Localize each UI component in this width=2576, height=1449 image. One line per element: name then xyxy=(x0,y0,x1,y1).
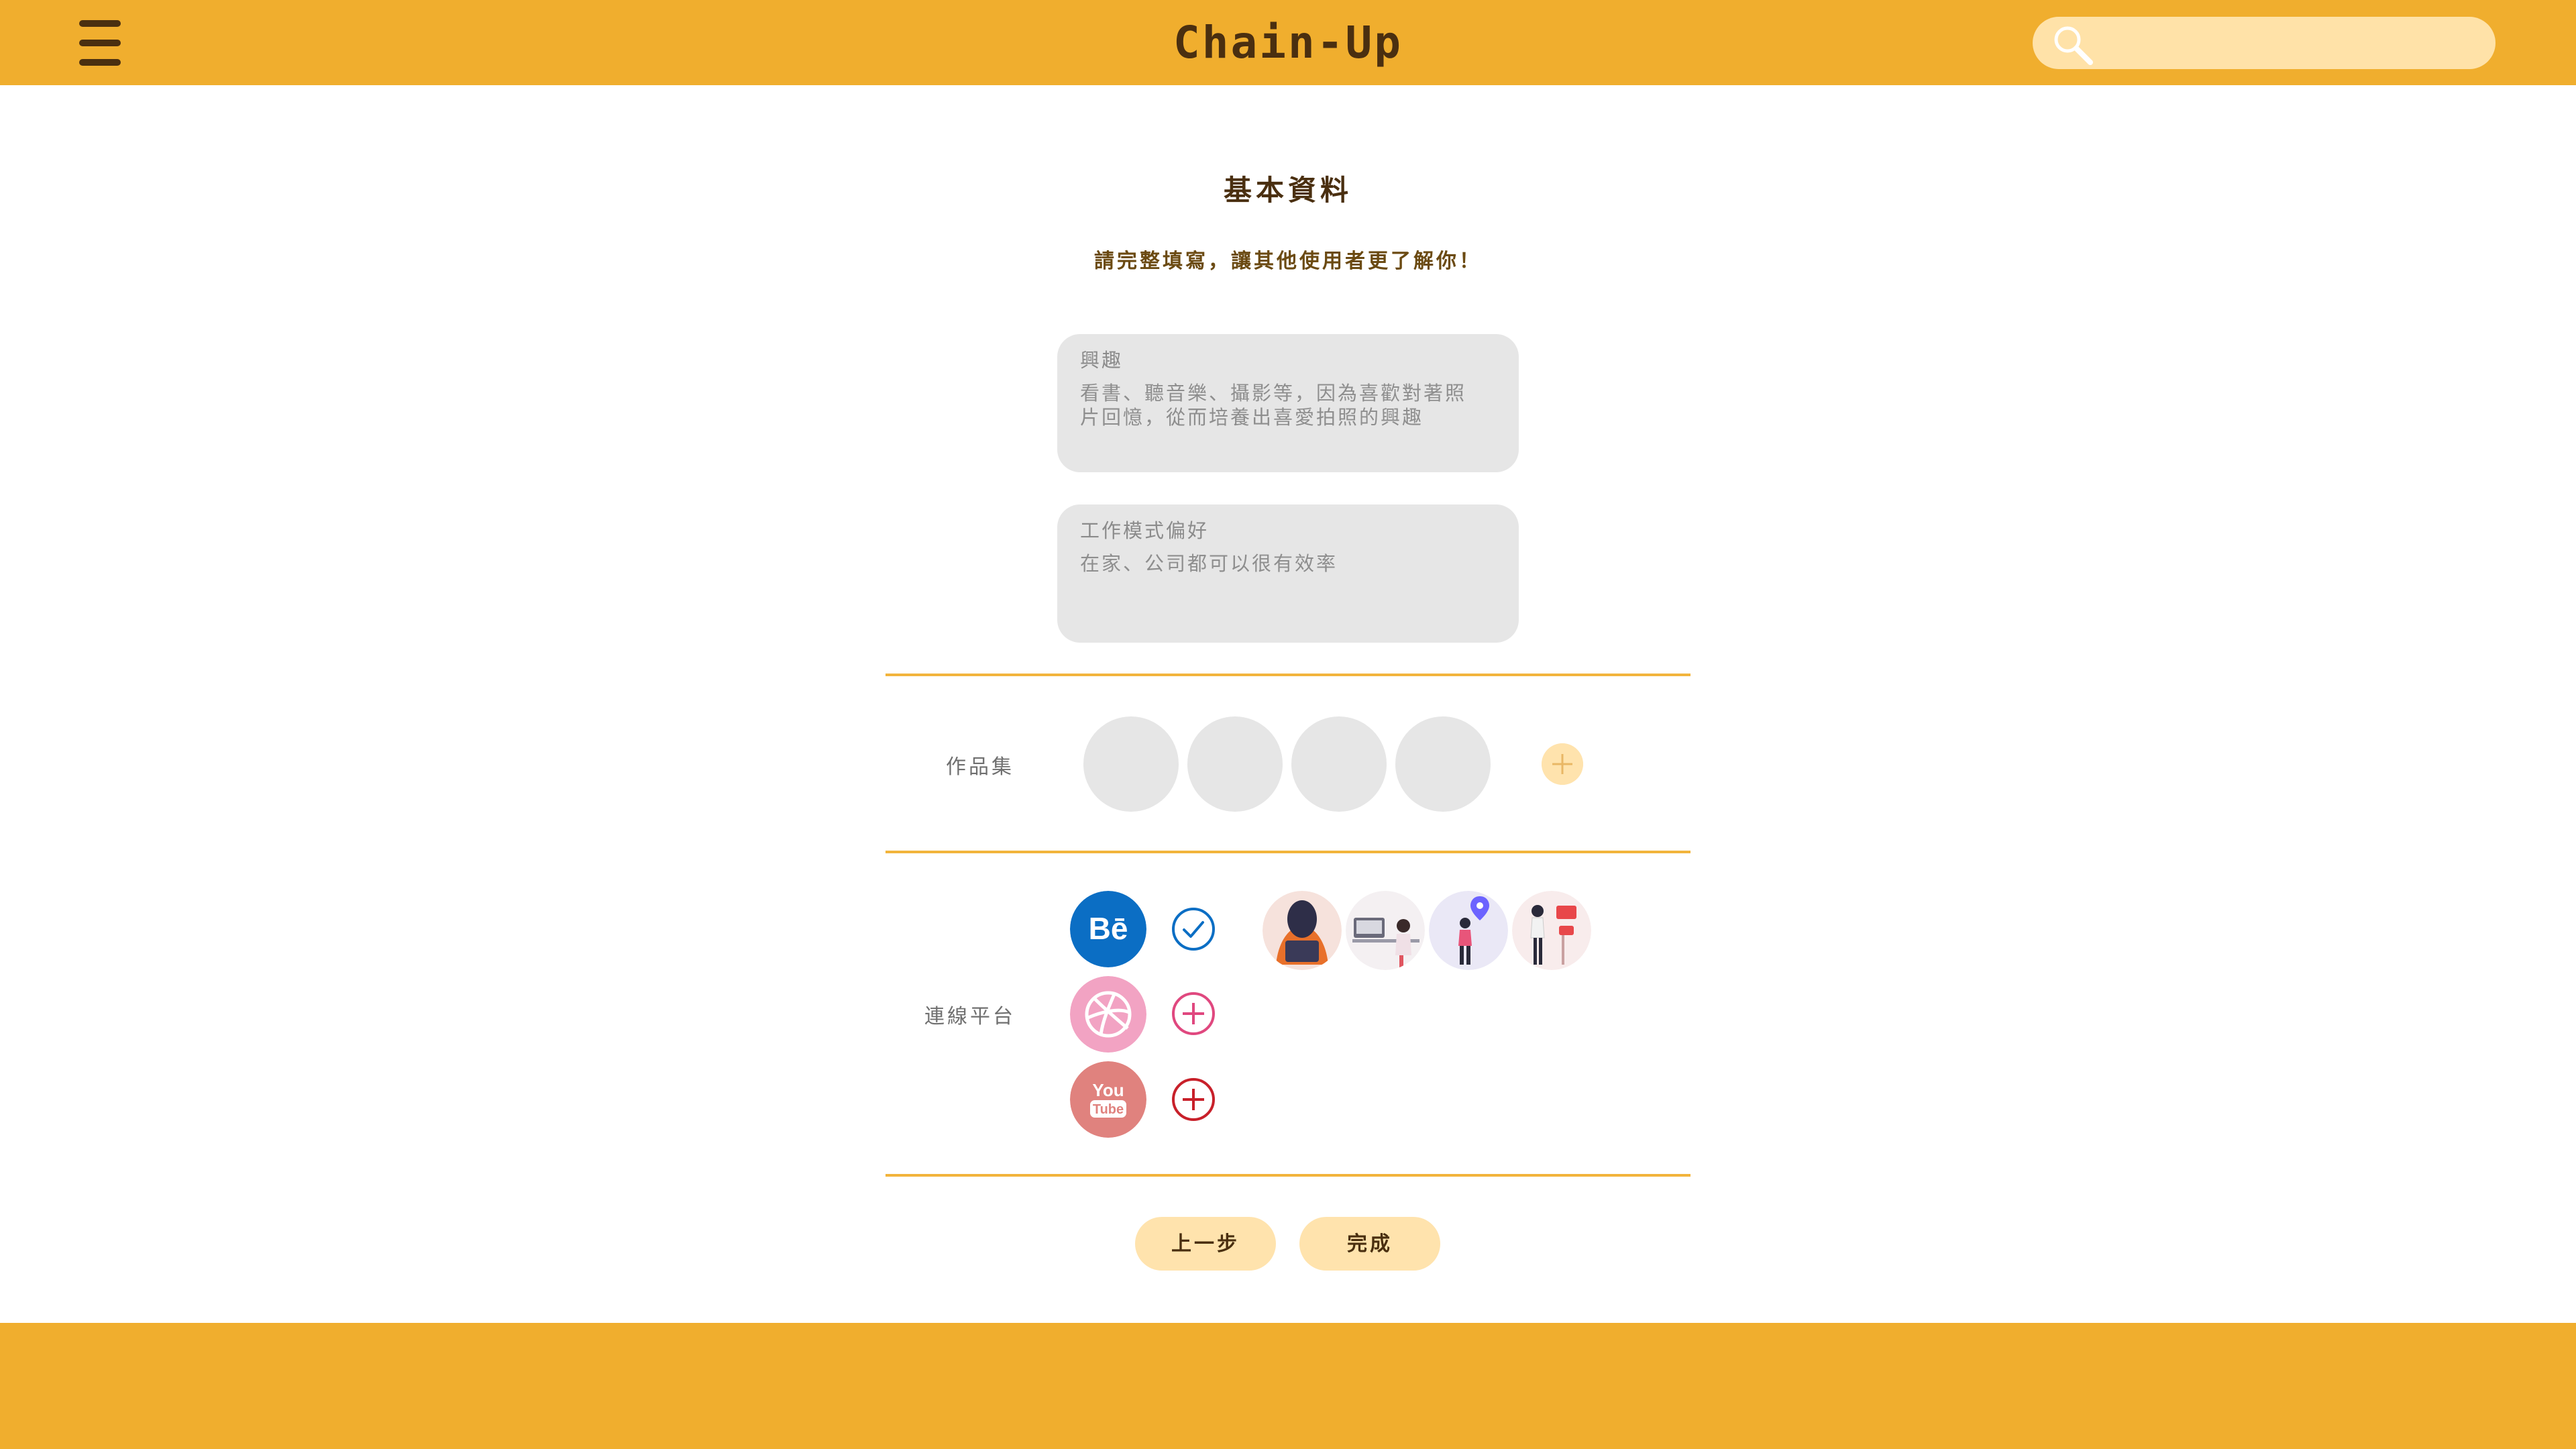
interests-label: 興趣 xyxy=(1080,349,1124,372)
done-button[interactable]: 完成 xyxy=(1299,1217,1440,1271)
portfolio-thumbnail[interactable] xyxy=(1291,716,1387,812)
youtube-icon: You Tube xyxy=(1070,1061,1146,1138)
check-circle-icon[interactable] xyxy=(1171,906,1216,952)
plus-circle-icon[interactable] xyxy=(1171,991,1216,1036)
back-button[interactable]: 上一步 xyxy=(1135,1217,1276,1271)
avatar-person-laptop[interactable] xyxy=(1263,891,1342,970)
behance-icon: Bē xyxy=(1070,891,1146,967)
avatar-person-desk[interactable] xyxy=(1346,891,1425,970)
brand-logo[interactable]: Chain-Up xyxy=(1127,9,1449,76)
page-title: 基本資料 xyxy=(1223,174,1352,207)
dribbble-icon xyxy=(1070,976,1146,1053)
work-preference-value[interactable]: 在家、公司都可以很有效率 xyxy=(1080,551,1496,576)
plus-circle-icon[interactable] xyxy=(1171,1077,1216,1122)
footer-bar xyxy=(0,1323,2576,1449)
search-input[interactable] xyxy=(2106,23,2478,64)
platforms-label: 連線平台 xyxy=(924,1005,1016,1028)
portfolio-label: 作品集 xyxy=(946,755,1014,779)
top-header: Chain-Up xyxy=(0,0,2576,85)
svg-text:You: You xyxy=(1092,1080,1124,1100)
avatar-person-location[interactable] xyxy=(1429,891,1508,970)
divider xyxy=(885,851,1690,853)
portfolio-thumbnail[interactable] xyxy=(1395,716,1491,812)
interests-value[interactable]: 看書、聽音樂、攝影等，因為喜歡對著照 片回憶，從而培養出喜愛拍照的興趣 xyxy=(1080,381,1496,429)
search-bar[interactable] xyxy=(2033,17,2496,69)
svg-text:Tube: Tube xyxy=(1093,1102,1124,1117)
hamburger-menu-icon[interactable] xyxy=(79,20,121,66)
avatar-person-presenting[interactable] xyxy=(1512,891,1591,970)
work-preference-field[interactable]: 工作模式偏好 在家、公司都可以很有效率 xyxy=(1057,504,1519,643)
portfolio-thumbnail[interactable] xyxy=(1187,716,1283,812)
interests-field[interactable]: 興趣 看書、聽音樂、攝影等，因為喜歡對著照 片回憶，從而培養出喜愛拍照的興趣 xyxy=(1057,334,1519,472)
divider xyxy=(885,674,1690,676)
work-preference-label: 工作模式偏好 xyxy=(1080,519,1210,542)
divider xyxy=(885,1174,1690,1177)
svg-text:Bē: Bē xyxy=(1089,911,1128,946)
plus-icon[interactable] xyxy=(1542,743,1583,785)
search-icon[interactable] xyxy=(2051,23,2096,68)
portfolio-thumbnail[interactable] xyxy=(1083,716,1179,812)
page-subtitle: 請完整填寫，讓其他使用者更了解你！ xyxy=(1094,250,1482,273)
